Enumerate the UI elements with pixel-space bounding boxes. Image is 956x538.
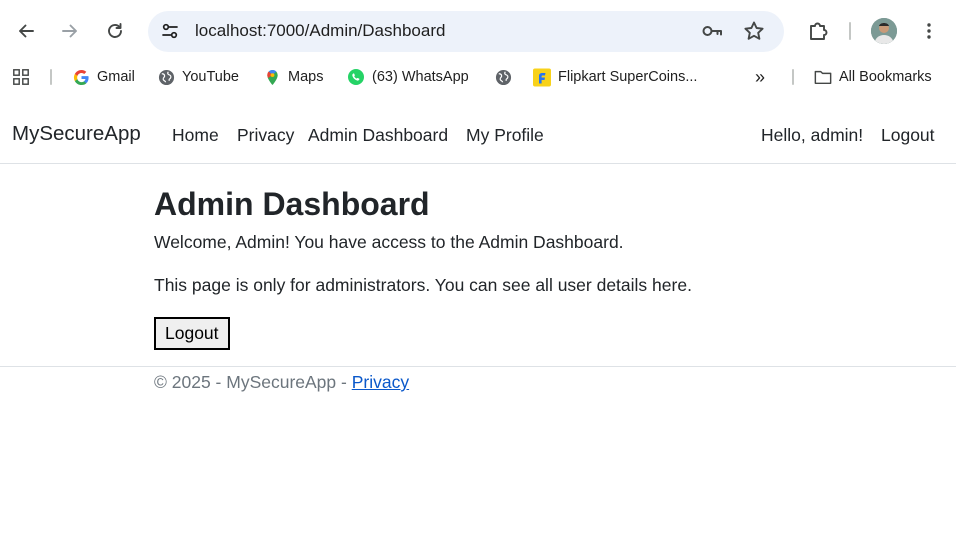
bookmark-maps[interactable]: Maps	[263, 65, 323, 89]
nav-privacy[interactable]: Privacy	[237, 125, 294, 146]
bookmark-youtube[interactable]: YouTube	[157, 65, 239, 89]
password-manager-button[interactable]	[700, 19, 724, 48]
url-text[interactable]: localhost:7000/Admin/Dashboard	[195, 21, 445, 41]
puzzle-icon	[810, 22, 828, 40]
back-button[interactable]	[10, 15, 42, 47]
bookmark-label: Maps	[288, 69, 324, 85]
welcome-text: Welcome, Admin! You have access to the A…	[154, 232, 624, 252]
footer-divider	[0, 366, 956, 367]
apps-button[interactable]	[12, 65, 30, 89]
all-bookmarks-label: All Bookmarks	[839, 69, 932, 85]
bookmarks-overflow-button[interactable]: »	[755, 65, 765, 89]
bookmark-unnamed[interactable]	[494, 65, 519, 89]
forward-button[interactable]	[54, 15, 86, 47]
bookmark-label: YouTube	[182, 69, 239, 85]
browser-menu-button[interactable]	[913, 15, 945, 47]
extensions-button[interactable]	[802, 15, 834, 47]
star-icon	[744, 21, 764, 40]
bookmarks-divider	[792, 69, 794, 85]
arrow-right-icon	[62, 24, 77, 38]
greeting-text: Hello, admin!	[761, 125, 864, 145]
site-settings-button[interactable]	[155, 16, 185, 46]
bookmark-star-button[interactable]	[742, 19, 766, 48]
bookmark-label: Gmail	[97, 69, 135, 85]
globe-icon	[157, 68, 175, 86]
description-text: This page is only for administrators. Yo…	[154, 275, 692, 295]
footer: © 2025 - MySecureApp - Privacy	[154, 372, 409, 393]
folder-icon	[814, 68, 832, 86]
web-page: MySecureApp Home Privacy Admin Dashboard…	[0, 92, 956, 538]
main-content: Admin Dashboard Welcome, Admin! You have…	[154, 185, 854, 350]
bookmark-label: Flipkart SuperCoins...	[558, 69, 698, 85]
site-navbar: MySecureApp Home Privacy Admin Dashboard…	[0, 102, 956, 164]
bookmarks-divider	[50, 69, 52, 85]
bookmark-whatsapp[interactable]: (63) WhatsApp	[347, 65, 469, 89]
footer-privacy-link[interactable]: Privacy	[352, 372, 409, 392]
apps-grid-icon	[12, 68, 30, 86]
footer-copyright: © 2025 - MySecureApp -	[154, 372, 352, 392]
all-bookmarks-button[interactable]: All Bookmarks	[814, 65, 932, 89]
globe-icon	[494, 68, 512, 86]
page-title: Admin Dashboard	[154, 186, 430, 222]
arrow-left-icon	[19, 24, 34, 38]
key-icon	[702, 26, 722, 36]
profile-avatar[interactable]	[871, 18, 897, 44]
chevron-double-right-icon: »	[755, 66, 766, 87]
whatsapp-icon	[347, 68, 365, 86]
bookmark-gmail[interactable]: Gmail	[72, 65, 135, 89]
flipkart-icon	[533, 68, 551, 86]
google-icon	[72, 68, 90, 86]
address-bar[interactable]: localhost:7000/Admin/Dashboard	[148, 11, 784, 52]
reload-button[interactable]	[99, 15, 131, 47]
brand-link[interactable]: MySecureApp	[12, 122, 141, 146]
bookmarks-bar: Gmail YouTube Maps (63) WhatsApp Flipkar…	[0, 62, 956, 92]
nav-logout[interactable]: Logout	[881, 125, 935, 146]
tune-icon	[162, 23, 178, 39]
bookmark-flipkart[interactable]: Flipkart SuperCoins...	[533, 65, 697, 89]
bookmark-label: (63) WhatsApp	[372, 69, 469, 85]
nav-my-profile[interactable]: My Profile	[466, 125, 544, 146]
nav-home[interactable]: Home	[172, 125, 219, 146]
logout-button[interactable]: Logout	[154, 317, 230, 350]
reload-icon	[108, 23, 122, 38]
browser-toolbar: localhost:7000/Admin/Dashboard	[0, 0, 956, 62]
avatar-icon	[871, 18, 897, 44]
kebab-menu-icon	[927, 23, 931, 39]
nav-admin-dashboard[interactable]: Admin Dashboard	[308, 125, 448, 146]
toolbar-divider	[849, 22, 851, 40]
maps-pin-icon	[263, 68, 281, 86]
